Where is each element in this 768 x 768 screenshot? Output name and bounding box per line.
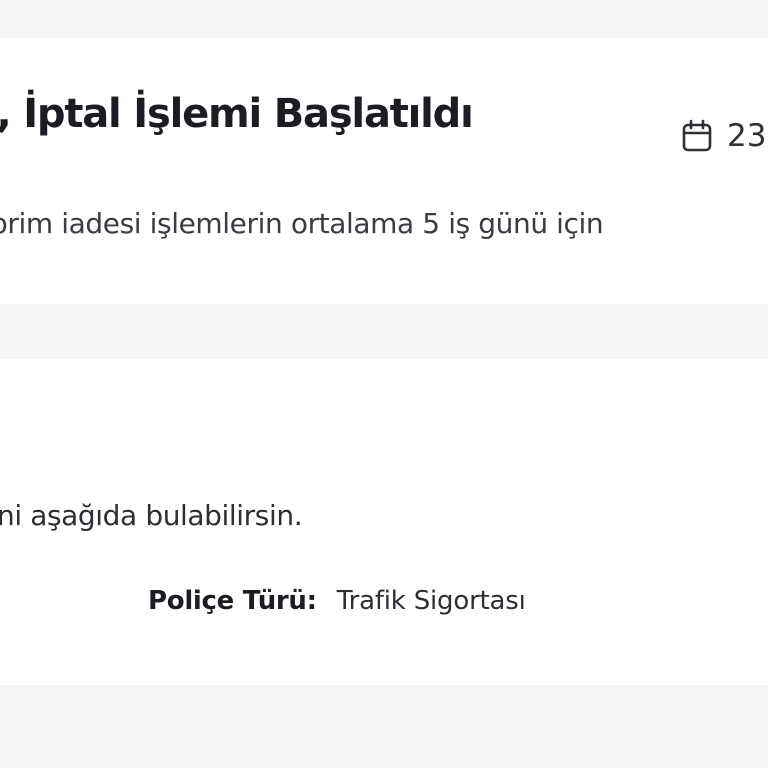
- notification-title: ı, İptal İşlemi Başlatıldı: [0, 91, 474, 137]
- notification-card: [0, 38, 768, 304]
- policy-type-row: Poliçe Türü: Trafik Sigortası: [148, 588, 526, 614]
- notification-description: prim iadesi işlemlerin ortalama 5 iş gün…: [0, 207, 604, 240]
- policy-type-label: Poliçe Türü:: [148, 586, 317, 616]
- policy-type-value: Trafik Sigortası: [336, 586, 526, 616]
- notification-date: 23: [681, 119, 766, 153]
- page: ı, İptal İşlemi Başlatıldı 23 prim iades…: [0, 0, 768, 768]
- policy-intro-text: ni aşağıda bulabilirsin.: [0, 499, 303, 532]
- calendar-icon: [681, 119, 713, 153]
- date-text: 23: [727, 117, 767, 154]
